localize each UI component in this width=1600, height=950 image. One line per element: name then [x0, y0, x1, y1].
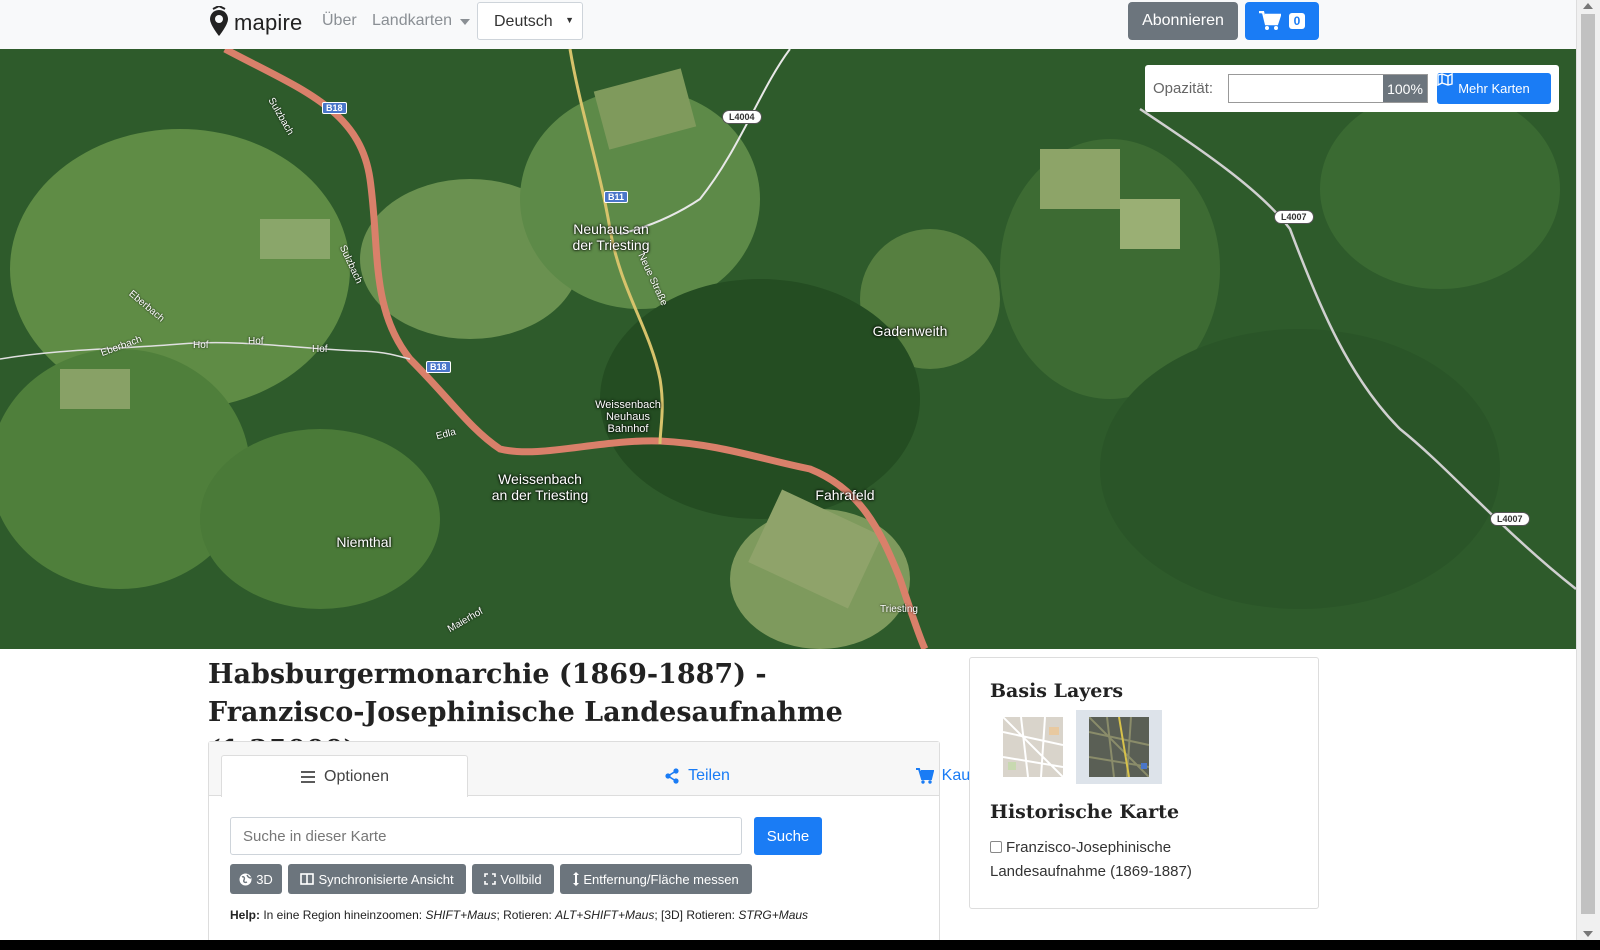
place-label: Weissenbach an der Triesting: [491, 471, 589, 503]
place-label: Niemthal: [336, 534, 392, 550]
opacity-slider[interactable]: 100%: [1228, 74, 1428, 103]
suche-button[interactable]: Suche: [754, 817, 822, 855]
entfernung-messen-button[interactable]: Entfernung/Fläche messen: [560, 864, 752, 894]
mehr-karten-label: Mehr Karten: [1458, 81, 1530, 96]
place-label: Gadenweith: [872, 323, 948, 339]
tab-optionen[interactable]: Optionen: [221, 755, 468, 797]
tab-optionen-label: Optionen: [324, 767, 389, 785]
street-label: Hof: [312, 344, 328, 355]
page-scrollbar[interactable]: [1576, 0, 1600, 940]
globe-icon: [239, 873, 252, 885]
layers-panel: Basis Layers Historische Karte Franzisco…: [969, 657, 1319, 909]
vollbild-button[interactable]: Vollbild: [472, 864, 554, 894]
place-label: Fahrafeld: [815, 487, 875, 503]
3d-button[interactable]: 3D: [230, 864, 282, 894]
page: mapire Über Landkarten Deutsch ▼ Abonnie…: [0, 0, 1576, 940]
road-shield: B18: [426, 361, 451, 373]
tab-bar: Optionen Teilen Kaufen: [209, 742, 992, 797]
vollbild-label: Vollbild: [500, 871, 542, 887]
language-value: Deutsch: [494, 13, 553, 30]
map-pin-icon: [210, 6, 228, 36]
tab-teilen-label: Teilen: [688, 767, 730, 784]
cart-count-badge: 0: [1288, 13, 1306, 29]
historic-layer-checkbox[interactable]: [990, 841, 1002, 853]
road-shield: L4004: [722, 110, 762, 124]
basis-layers-heading: Basis Layers: [990, 680, 1124, 702]
road-shield: L4007: [1490, 512, 1530, 526]
synchronisierte-ansicht-button[interactable]: Synchronisierte Ansicht: [288, 864, 466, 894]
shopping-cart-icon: [1258, 11, 1281, 30]
streetmap-thumbnail-icon: [1003, 717, 1063, 777]
nav-ueber[interactable]: Über: [322, 12, 357, 30]
mehr-karten-button[interactable]: Mehr Karten: [1437, 73, 1551, 104]
columns-icon: [300, 873, 315, 885]
road-shield: B18: [322, 102, 347, 114]
tab-teilen[interactable]: Teilen: [607, 755, 787, 797]
caret-down-icon: [460, 19, 471, 25]
menu-icon: [301, 770, 316, 783]
satellite-map[interactable]: Neuhaus an der Triesting Gadenweith Weis…: [0, 49, 1576, 649]
3d-label: 3D: [256, 871, 273, 887]
search-input[interactable]: Suche in dieser Karte: [230, 817, 742, 855]
satellite-thumbnail-icon: [1089, 717, 1149, 777]
historische-karte-heading: Historische Karte: [990, 801, 1180, 823]
opacity-control: Opazität: 100% Mehr Karten: [1145, 65, 1559, 112]
navbar: mapire Über Landkarten Deutsch ▼ Abonnie…: [0, 0, 1576, 49]
nav-landkarten-dropdown[interactable]: Landkarten: [372, 12, 471, 30]
brand-name: mapire: [234, 10, 303, 35]
place-label: Neuhaus an der Triesting: [572, 221, 650, 253]
select-arrow-icon: ▼: [565, 15, 574, 25]
opacity-label: Opazität:: [1153, 80, 1214, 97]
expand-icon: [484, 873, 497, 885]
shopping-cart-icon: [915, 768, 934, 784]
nav-landkarten-label: Landkarten: [372, 12, 453, 29]
language-select[interactable]: Deutsch ▼: [477, 2, 583, 40]
help-text: Help: In eine Region hineinzoomen: SHIFT…: [230, 908, 809, 922]
street-label: Triesting: [880, 604, 918, 615]
scroll-thumb[interactable]: [1581, 14, 1595, 914]
scroll-down-arrow-icon[interactable]: [1583, 931, 1593, 937]
sync-label: Synchronisierte Ansicht: [318, 871, 454, 887]
arrows-vertical-icon: [573, 872, 580, 886]
map-icon: [1437, 73, 1453, 86]
street-label: Hof: [248, 336, 264, 347]
road-shield: B11: [604, 191, 629, 203]
share-icon: [665, 768, 679, 784]
historic-layer-label: Franzisco-Josephinische Landesaufnahme (…: [990, 839, 1192, 880]
historic-layer-option[interactable]: Franzisco-Josephinische Landesaufnahme (…: [990, 836, 1290, 884]
cart-button[interactable]: 0: [1245, 2, 1319, 40]
abonnieren-button[interactable]: Abonnieren: [1128, 2, 1238, 40]
brand-logo[interactable]: mapire: [208, 4, 302, 42]
options-card: Optionen Teilen Kaufen Suche in dieser K…: [208, 741, 992, 940]
road-shield: L4007: [1274, 210, 1314, 224]
scroll-up-arrow-icon[interactable]: [1583, 3, 1593, 9]
street-label: Hof: [193, 340, 209, 351]
basis-layer-satellite[interactable]: [1076, 710, 1162, 784]
place-label: Weissenbach Neuhaus Bahnhof: [595, 399, 661, 435]
satellite-imagery: [0, 49, 1576, 649]
entfernung-label: Entfernung/Fläche messen: [583, 871, 739, 887]
opacity-value: 100%: [1383, 75, 1427, 102]
basis-layer-streetmap[interactable]: [990, 710, 1076, 784]
